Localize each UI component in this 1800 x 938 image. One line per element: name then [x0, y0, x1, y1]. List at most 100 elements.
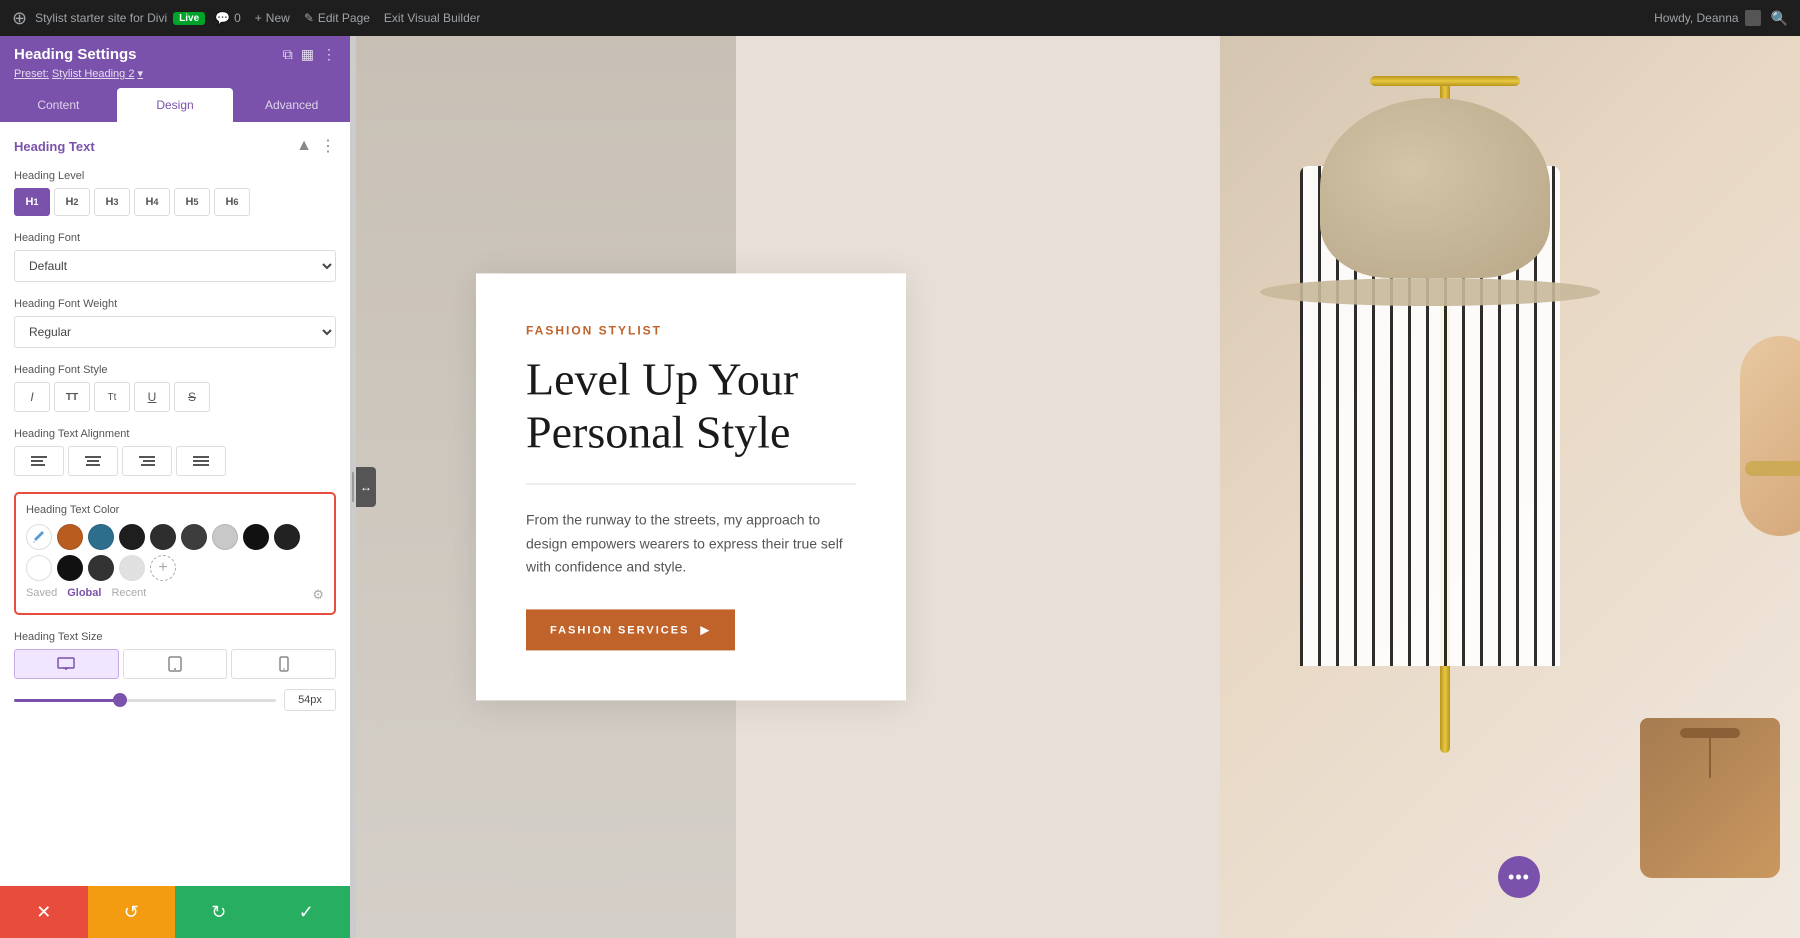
color-tab-recent[interactable]: Recent — [111, 587, 146, 603]
site-name-link[interactable]: Stylist starter site for Divi — [35, 11, 167, 25]
fashion-cta-button[interactable]: FASHION SERVICES ▶ — [526, 610, 735, 651]
heading-level-label: Heading Level — [14, 170, 336, 182]
cancel-button[interactable]: ✕ — [0, 886, 88, 938]
heading-level-h6[interactable]: H6 — [214, 188, 250, 216]
style-underline-btn[interactable]: U — [134, 382, 170, 412]
size-device-mobile-btn[interactable] — [231, 649, 336, 679]
color-swatch-near-black-1[interactable] — [119, 524, 145, 550]
redo-icon: ↻ — [211, 902, 226, 923]
section-more-icon[interactable]: ⋮ — [320, 136, 336, 156]
heading-level-h2[interactable]: H2 — [54, 188, 90, 216]
fashion-heading: Level Up Your Personal Style — [526, 353, 856, 459]
color-swatch-teal[interactable] — [88, 524, 114, 550]
color-swatch-near-black-2[interactable] — [150, 524, 176, 550]
pencil-icon: ✎ — [304, 11, 314, 25]
user-avatar[interactable] — [1745, 10, 1761, 26]
gold-rack-horizontal — [1370, 76, 1520, 86]
heading-font-style-label: Heading Font Style — [14, 364, 336, 376]
text-size-value-input[interactable]: 54px — [284, 689, 336, 711]
color-swatches: + — [26, 524, 324, 581]
panel-menu-icon[interactable]: ⋮ — [322, 46, 336, 63]
heading-level-group: Heading Level H1 H2 H3 H4 H5 H6 — [14, 170, 336, 216]
save-button[interactable]: ✓ — [263, 886, 351, 938]
undo-button[interactable]: ↺ — [88, 886, 176, 938]
style-uppercase-btn[interactable]: TT — [54, 382, 90, 412]
color-tabs: Saved Global Recent ⚙ — [26, 587, 324, 603]
preview-resize-handle[interactable]: ↔ — [356, 467, 376, 507]
exit-visual-builder-link[interactable]: Exit Visual Builder — [384, 11, 481, 25]
color-swatch-black-1[interactable] — [243, 524, 269, 550]
color-swatch-dark-1[interactable] — [88, 555, 114, 581]
heading-level-h4[interactable]: H4 — [134, 188, 170, 216]
color-settings-gear-icon[interactable]: ⚙ — [312, 587, 324, 603]
text-size-slider[interactable] — [14, 699, 276, 702]
section-header: Heading Text ▲ ⋮ — [14, 136, 336, 156]
style-italic-btn[interactable]: I — [14, 382, 50, 412]
align-justify-btn[interactable] — [176, 446, 226, 476]
style-capitalize-btn[interactable]: Tt — [94, 382, 130, 412]
heading-level-h5[interactable]: H5 — [174, 188, 210, 216]
color-swatch-black-2[interactable] — [274, 524, 300, 550]
new-link[interactable]: + New — [255, 11, 290, 25]
color-tab-saved[interactable]: Saved — [26, 587, 57, 603]
panel-grid-icon[interactable]: ▦ — [301, 46, 314, 63]
preset-chevron-icon: ▾ — [138, 68, 144, 80]
wp-admin-bar: ⊕ Stylist starter site for Divi Live 💬 0… — [0, 0, 1800, 36]
comments-count: 0 — [234, 11, 241, 25]
color-swatch-brown-orange[interactable] — [57, 524, 83, 550]
heading-font-select[interactable]: Default Arial Georgia — [14, 250, 336, 282]
color-swatch-white[interactable] — [26, 555, 52, 581]
heading-font-weight-label: Heading Font Weight — [14, 298, 336, 310]
preset-label: Preset: — [14, 68, 49, 80]
edit-page-link[interactable]: ✎ Edit Page — [304, 11, 370, 25]
redo-button[interactable]: ↻ — [175, 886, 263, 938]
color-swatch-light-1[interactable] — [119, 555, 145, 581]
panel-copy-icon[interactable]: ⧉ — [283, 46, 293, 63]
heading-text-size-label: Heading Text Size — [14, 631, 336, 643]
add-color-btn[interactable]: + — [150, 555, 176, 581]
style-strikethrough-btn[interactable]: S — [174, 382, 210, 412]
heading-text-color-label: Heading Text Color — [26, 504, 324, 516]
howdy-text: Howdy, Deanna — [1654, 11, 1739, 25]
heading-level-h1[interactable]: H1 — [14, 188, 50, 216]
color-tab-global[interactable]: Global — [67, 587, 101, 603]
panel-preset[interactable]: Preset: Stylist Heading 2 ▾ — [14, 67, 336, 80]
fashion-card: FASHION STYLIST Level Up Your Personal S… — [476, 273, 906, 700]
heading-font-label: Heading Font — [14, 232, 336, 244]
howdy-user: Howdy, Deanna — [1654, 10, 1761, 26]
arm-partial — [1740, 336, 1800, 536]
settings-panel: Heading Settings ⧉ ▦ ⋮ Preset: Stylist H… — [0, 36, 350, 938]
comments-link[interactable]: 💬 0 — [215, 11, 241, 25]
align-left-btn[interactable] — [14, 446, 64, 476]
align-center-btn[interactable] — [68, 446, 118, 476]
live-badge: Live — [173, 12, 205, 25]
heading-font-weight-select[interactable]: Regular Bold Light — [14, 316, 336, 348]
edit-page-label: Edit Page — [318, 11, 370, 25]
heading-text-color-section: Heading Text Color — [14, 492, 336, 615]
plus-icon: + — [255, 11, 262, 25]
tab-design[interactable]: Design — [117, 88, 234, 122]
bottom-action-bar: ✕ ↺ ↻ ✓ — [0, 886, 350, 938]
size-device-tablet-btn[interactable] — [123, 649, 228, 679]
section-collapse-icon[interactable]: ▲ — [296, 137, 312, 155]
panel-scroll-content: Heading Text ▲ ⋮ Heading Level H1 H2 H3 … — [0, 122, 350, 886]
heading-level-h3[interactable]: H3 — [94, 188, 130, 216]
heading-level-buttons: H1 H2 H3 H4 H5 H6 — [14, 188, 336, 216]
color-swatch-light-gray[interactable] — [212, 524, 238, 550]
fashion-divider — [526, 483, 856, 484]
size-device-desktop-btn[interactable] — [14, 649, 119, 679]
tab-content[interactable]: Content — [0, 88, 117, 122]
search-icon[interactable]: 🔍 — [1771, 10, 1788, 27]
undo-icon: ↺ — [124, 902, 139, 923]
size-device-buttons — [14, 649, 336, 679]
align-right-btn[interactable] — [122, 446, 172, 476]
wp-logo-icon[interactable]: ⊕ — [12, 8, 27, 29]
fashion-description: From the runway to the streets, my appro… — [526, 508, 856, 579]
more-options-button[interactable]: ••• — [1498, 856, 1540, 898]
eyedropper-btn[interactable] — [26, 524, 52, 550]
panel-title: Heading Settings — [14, 46, 137, 63]
color-swatch-black-3[interactable] — [57, 555, 83, 581]
preset-value: Stylist Heading 2 — [52, 68, 135, 80]
color-swatch-dark-gray[interactable] — [181, 524, 207, 550]
tab-advanced[interactable]: Advanced — [233, 88, 350, 122]
